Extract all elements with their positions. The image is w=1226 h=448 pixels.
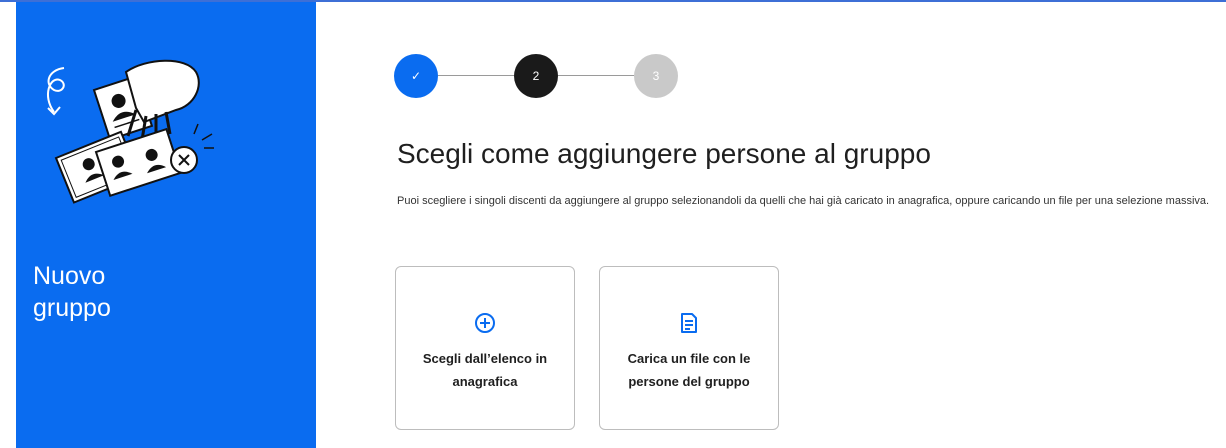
stepper-connector-2 [558, 75, 634, 76]
checkmark-icon: ✓ [410, 69, 422, 83]
page-title: Scegli come aggiungere persone al gruppo [397, 138, 931, 169]
option-label-line2: persone del gruppo [628, 374, 750, 389]
option-label: Carica un file con le persone del gruppo [610, 347, 768, 393]
option-label-line1: Scegli dall’elenco in [422, 351, 548, 366]
people-cards-illustration [46, 59, 214, 204]
option-card-upload-file[interactable]: Carica un file con le persone del gruppo [599, 266, 779, 430]
plus-circle-icon [475, 313, 495, 333]
option-card-choose-from-list[interactable]: Scegli dall’elenco in anagrafica [395, 266, 575, 430]
step-3-number: 3 [652, 69, 660, 83]
sidebar-title: Nuovo gruppo [33, 260, 293, 324]
step-3-upcoming: 3 [634, 54, 678, 98]
main-content: ✓ 2 3 Scegli come aggiungere persone al … [316, 2, 1226, 448]
option-label-line1: Carica un file con le [627, 351, 751, 366]
step-2-number: 2 [532, 69, 540, 83]
step-2-current: 2 [514, 54, 558, 98]
sidebar-title-line2: gruppo [33, 294, 111, 322]
stepper-connector-1 [438, 75, 514, 76]
stepper: ✓ 2 3 [394, 54, 694, 98]
document-icon [681, 313, 697, 333]
option-label: Scegli dall’elenco in anagrafica [406, 347, 564, 393]
sidebar: Nuovo gruppo [16, 2, 316, 448]
left-margin [0, 2, 16, 448]
step-1-completed[interactable]: ✓ [394, 54, 438, 98]
sidebar-title-line1: Nuovo [33, 262, 106, 290]
option-label-line2: anagrafica [452, 374, 518, 389]
page-description: Puoi scegliere i singoli discenti da agg… [397, 195, 1210, 207]
